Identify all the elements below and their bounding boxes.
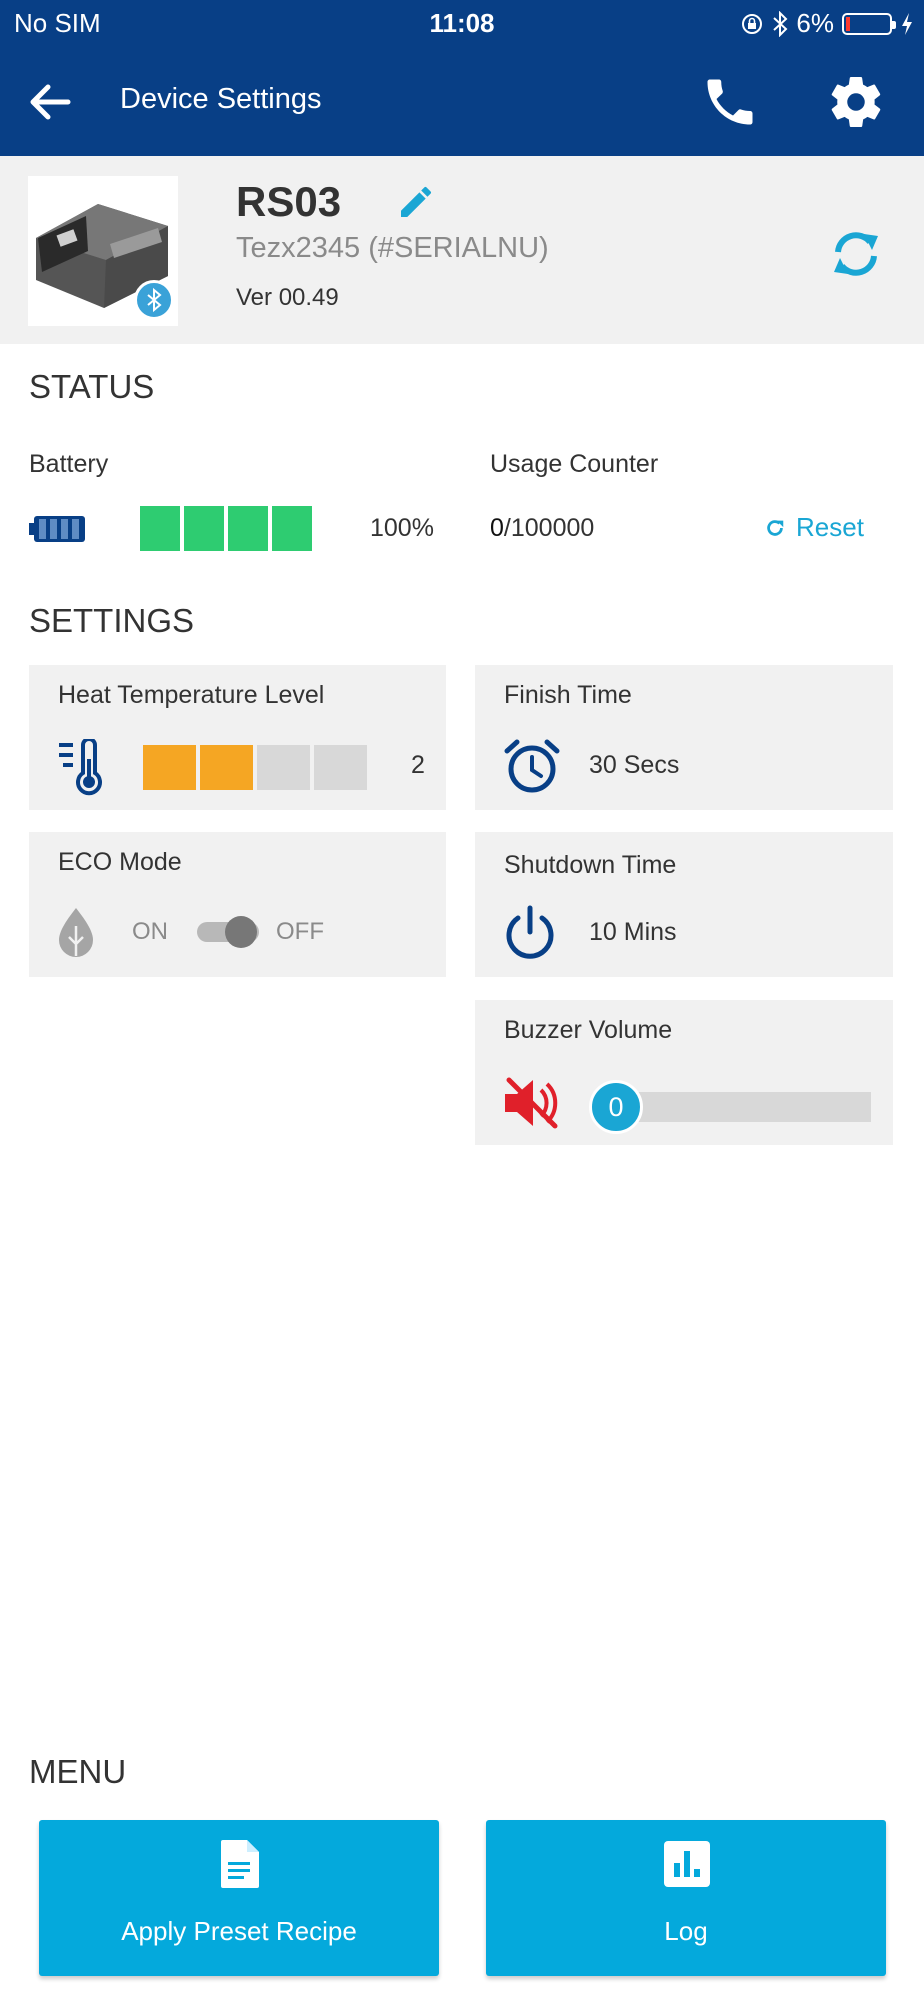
alarm-clock-icon [504,739,560,793]
eco-off-label: OFF [276,918,324,945]
apply-preset-recipe-label: Apply Preset Recipe [121,1916,357,1946]
buzzer-volume-card: Buzzer Volume 0 [475,1000,893,1145]
heat-level-segment[interactable] [143,745,196,790]
shutdown-time-value: 10 Mins [589,918,677,946]
eco-mode-toggle[interactable] [197,916,259,948]
buzzer-volume-slider[interactable]: 0 [589,1078,871,1134]
usage-counter-value: 0/100000 [490,514,594,543]
status-bar: No SIM 11:08 6% [0,0,924,46]
refresh-icon [767,519,784,536]
status-heading: STATUS [29,368,155,405]
document-icon [221,1840,259,1888]
bar-chart-icon [664,1841,710,1887]
pencil-icon[interactable] [396,182,436,222]
battery-percent-value: 100% [370,514,434,542]
log-label: Log [664,1916,708,1946]
header: No SIM 11:08 6% Device Settings [0,0,924,156]
heat-temperature-label: Heat Temperature Level [58,681,325,709]
heat-level-segment[interactable] [200,745,253,790]
power-icon [506,905,554,959]
battery-bar-segment [272,506,312,551]
usage-counter-label: Usage Counter [490,450,659,478]
heat-level-value: 2 [411,751,425,779]
bluetooth-badge-icon [134,280,174,320]
eco-on-label: ON [132,918,168,945]
shutdown-time-card[interactable]: Shutdown Time 10 Mins [475,832,893,977]
battery-level-icon [29,516,85,542]
phone-icon[interactable] [700,72,760,132]
device-serial: Tezx2345 (#SERIALNU) [236,232,549,264]
battery-label: Battery [29,450,109,478]
log-button[interactable]: Log [486,1820,886,1976]
device-card: RS03 Tezx2345 (#SERIALNU) Ver 00.49 [0,156,924,344]
thermometer-icon [59,739,102,796]
settings-heading: SETTINGS [29,602,195,639]
buzzer-volume-thumb[interactable]: 0 [589,1080,643,1134]
page-title: Device Settings [120,83,322,115]
status-icons: 6% [740,8,914,39]
device-version: Ver 00.49 [236,284,339,311]
heat-level-segment[interactable] [314,745,367,790]
device-name: RS03 [236,178,342,225]
usage-max: /100000 [503,514,595,542]
app-bar: Device Settings [0,56,924,146]
reset-button[interactable]: Reset [764,512,864,543]
sync-icon[interactable] [826,224,886,284]
menu-heading: MENU [29,1753,127,1790]
shutdown-time-label: Shutdown Time [504,851,677,879]
reset-label: Reset [796,512,864,542]
apply-preset-recipe-button[interactable]: Apply Preset Recipe [39,1820,439,1976]
usage-current: 0 [490,514,504,542]
gear-icon[interactable] [826,72,886,132]
heat-level-bars[interactable] [143,745,367,790]
battery-percent: 6% [796,8,834,38]
volume-muted-icon [505,1077,558,1129]
buzzer-volume-label: Buzzer Volume [504,1016,673,1044]
battery-bar-segment [184,506,224,551]
heat-level-segment[interactable] [257,745,310,790]
heat-temperature-card[interactable]: Heat Temperature Level 2 [29,665,446,810]
orientation-lock-icon [742,13,763,34]
battery-bar-segment [140,506,180,551]
battery-bar-segment [228,506,268,551]
eco-mode-card: ECO Mode ON OFF [29,832,446,977]
battery-level-bars [140,506,312,551]
charging-icon [902,12,912,35]
bluetooth-icon [773,10,788,37]
finish-time-card[interactable]: Finish Time 30 Secs [475,665,893,810]
finish-time-value: 30 Secs [589,751,680,779]
leaf-icon [59,908,93,957]
back-arrow-icon[interactable] [22,74,78,130]
battery-icon [842,12,896,35]
finish-time-label: Finish Time [504,681,632,709]
eco-mode-label: ECO Mode [58,848,182,876]
